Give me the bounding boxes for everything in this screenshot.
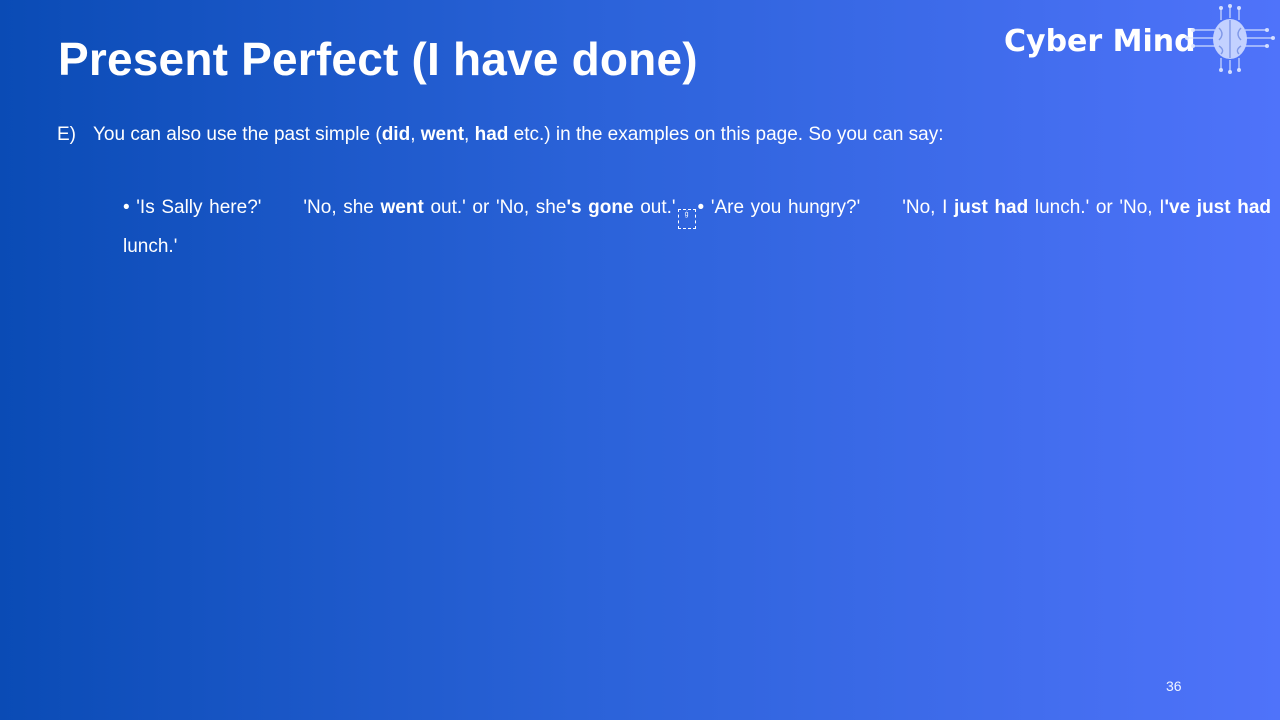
- example-paragraph: • 'Is Sally here?' 'No, she went out.' or…: [123, 190, 1271, 265]
- example-bold-went: went: [380, 197, 424, 218]
- intro-bold-had: had: [474, 124, 509, 145]
- cyber-mind-logo: Cyber Mind: [1000, 4, 1276, 74]
- intro-bold-did: did: [381, 124, 411, 145]
- logo-text: Cyber Mind: [1004, 24, 1196, 59]
- intro-bold-went: went: [420, 124, 465, 145]
- list-marker: E): [57, 124, 76, 145]
- brain-circuit-icon: [1185, 4, 1275, 74]
- example-question-2: • 'Are you hungry?': [697, 197, 861, 218]
- page-number: 36: [1166, 678, 1182, 694]
- intro-paragraph: E) You can also use the past simple (did,…: [57, 124, 1257, 146]
- example-bold-ve-just-had: 've just had: [1164, 197, 1272, 218]
- example-answer-2b: lunch.' or 'No, I: [1028, 197, 1165, 218]
- example-answer-1b: out.' or 'No, she: [423, 197, 567, 218]
- example-bold-s-gone: 's gone: [566, 197, 634, 218]
- intro-text-4: etc.) in the examples on this page. So y…: [508, 124, 944, 145]
- example-answer-1a: 'No, she: [303, 197, 381, 218]
- intro-text-2: ,: [410, 124, 421, 145]
- example-answer-2c: lunch.': [123, 236, 178, 257]
- intro-text-1: You can also use the past simple (: [93, 124, 382, 145]
- intro-text-3: ,: [464, 124, 475, 145]
- separator-glyph-icon: ǵ: [677, 209, 696, 229]
- example-bold-just-had: just had: [954, 197, 1029, 218]
- example-question-1: • 'Is Sally here?': [123, 197, 262, 218]
- example-answer-1c: out.': [633, 197, 676, 218]
- slide-title: Present Perfect (I have done): [58, 33, 698, 85]
- slide: Present Perfect (I have done) Cyber Mind: [0, 0, 1280, 720]
- example-answer-2a: 'No, I: [902, 197, 955, 218]
